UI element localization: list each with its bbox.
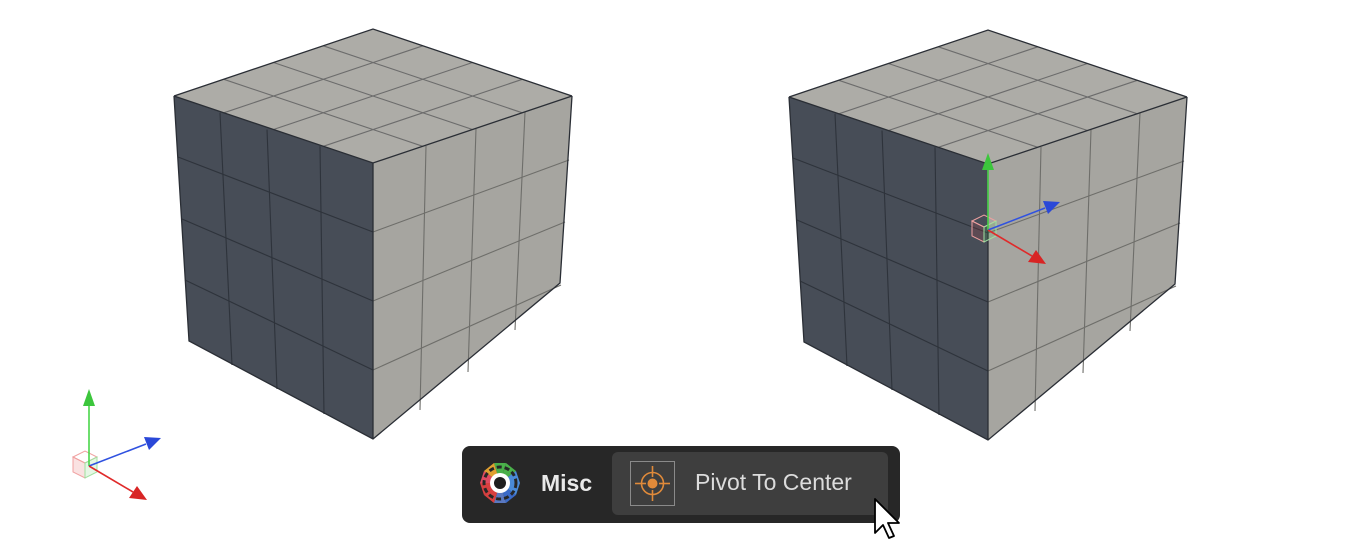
cube-left [173,28,573,440]
mouse-cursor-icon [872,497,904,541]
gear-icon[interactable] [478,461,522,505]
category-label: Misc [541,470,593,496]
pivot-to-center-button[interactable]: Pivot To Center [612,452,888,515]
world-axis-gizmo [72,388,162,501]
pivot-to-center-label: Pivot To Center [695,469,852,495]
pivot-target-icon [630,461,675,506]
